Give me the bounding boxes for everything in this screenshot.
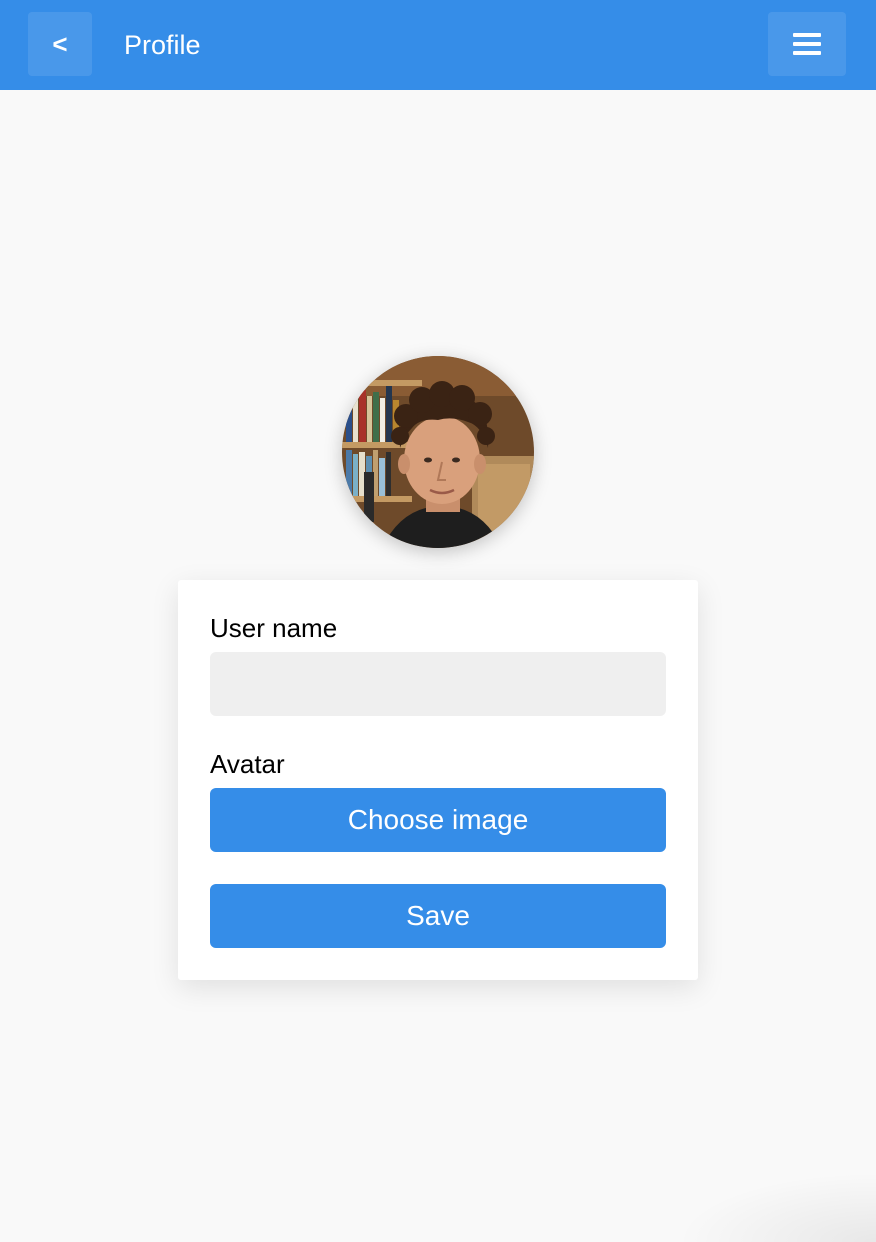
top-app-bar: < Profile — [0, 0, 876, 90]
back-chevron-icon: < — [52, 28, 68, 59]
menu-button[interactable] — [768, 12, 846, 76]
page-title: Profile — [124, 30, 201, 60]
profile-form-card: User name Avatar Choose image Save — [178, 580, 698, 980]
choose-image-button[interactable]: Choose image — [210, 788, 666, 852]
hamburger-menu-icon — [793, 33, 821, 55]
username-label: User name — [210, 613, 338, 643]
corner-shadow — [676, 1172, 876, 1242]
avatar-label: Avatar — [210, 749, 285, 779]
username-input[interactable] — [210, 652, 666, 716]
avatar-photo — [342, 356, 534, 548]
profile-screen: < Profile User name Avatar Choose image … — [0, 0, 876, 1242]
back-button[interactable]: < — [28, 12, 92, 76]
avatar — [342, 356, 534, 548]
save-button[interactable]: Save — [210, 884, 666, 948]
